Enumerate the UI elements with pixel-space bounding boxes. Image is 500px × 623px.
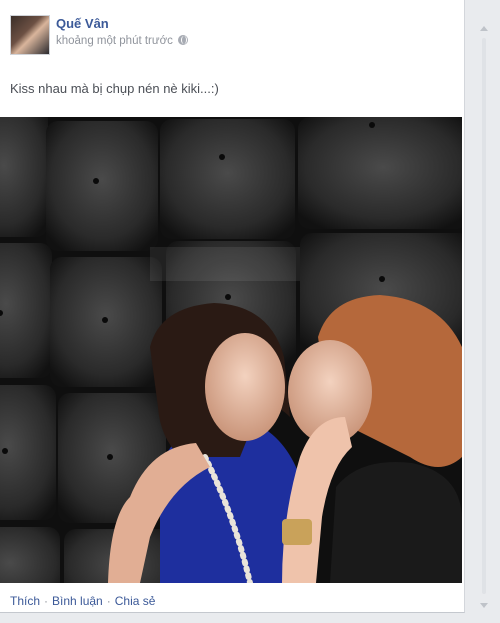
author-name[interactable]: Quế Vân — [56, 16, 109, 31]
scroll-up-arrow-icon[interactable] — [480, 26, 488, 31]
author-avatar[interactable] — [10, 15, 50, 55]
scroll-down-arrow-icon[interactable] — [480, 603, 488, 608]
post-meta: khoảng một phút trước — [56, 35, 188, 47]
photo-image — [0, 117, 462, 583]
globe-icon — [177, 35, 188, 45]
like-link[interactable]: Thích — [10, 594, 40, 608]
action-separator: · — [44, 594, 49, 608]
post-photo[interactable] — [0, 117, 462, 583]
share-link[interactable]: Chia sẻ — [115, 594, 156, 608]
feed-post: Quế Vân khoảng một phút trước Kiss nhau … — [0, 0, 465, 613]
scrollbar[interactable] — [470, 0, 500, 623]
post-actions: Thích · Bình luận · Chia sẻ — [10, 594, 155, 608]
post-text: Kiss nhau mà bị chụp nén nè kiki...:) — [10, 81, 219, 96]
action-separator: · — [106, 594, 111, 608]
comment-link[interactable]: Bình luận — [52, 594, 103, 608]
scroll-track[interactable] — [482, 38, 486, 594]
post-timestamp[interactable]: khoảng một phút trước — [56, 35, 173, 47]
